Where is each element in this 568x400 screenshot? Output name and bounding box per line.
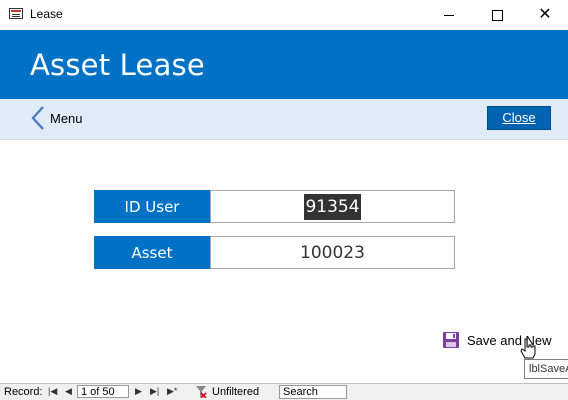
last-record-button[interactable]: ▶| <box>150 386 159 397</box>
new-record-button[interactable]: ▶* <box>167 386 177 397</box>
close-form-button-label: Close <box>502 110 536 125</box>
minimize-icon <box>444 14 454 16</box>
filter-off-icon <box>196 386 207 398</box>
control-name-tooltip: lblSaveA <box>524 359 568 379</box>
save-and-new-label: Save and New <box>467 332 552 348</box>
window-close-button[interactable]: ✕ <box>522 0 568 30</box>
chevron-left-icon[interactable] <box>30 105 48 131</box>
save-icon <box>443 332 459 348</box>
minimize-button[interactable] <box>426 0 472 30</box>
search-input[interactable]: Search <box>279 385 347 399</box>
filter-status-button[interactable]: Unfiltered <box>212 386 259 398</box>
asset-field[interactable]: 100023 <box>210 236 455 269</box>
form-app-icon <box>9 8 23 19</box>
page-title: Asset Lease <box>30 48 205 82</box>
asset-value: 100023 <box>300 242 365 263</box>
close-form-button[interactable]: Close <box>487 106 551 130</box>
window-title: Lease <box>30 7 63 21</box>
form-header: Asset Lease <box>0 30 568 99</box>
close-icon: ✕ <box>538 6 552 23</box>
id-user-field[interactable]: 91354 <box>210 190 455 223</box>
hand-cursor-icon <box>520 338 536 359</box>
menu-link[interactable]: Menu <box>50 111 83 126</box>
window-title-bar: Lease ✕ <box>0 0 568 30</box>
first-record-button[interactable]: |◀ <box>48 386 57 397</box>
maximize-button[interactable] <box>474 0 520 30</box>
id-user-value: 91354 <box>304 193 361 220</box>
id-user-label: ID User <box>94 190 210 223</box>
record-position-input[interactable]: 1 of 50 <box>77 385 129 398</box>
navigation-bar: Menu <box>0 99 568 140</box>
record-navigation-bar: Record: |◀ ◀ 1 of 50 ▶ ▶| ▶* Unfiltered … <box>0 383 568 400</box>
maximize-icon <box>491 9 503 21</box>
record-label: Record: <box>4 386 43 398</box>
asset-label: Asset <box>94 236 210 269</box>
previous-record-button[interactable]: ◀ <box>65 386 72 397</box>
next-record-button[interactable]: ▶ <box>135 386 142 397</box>
